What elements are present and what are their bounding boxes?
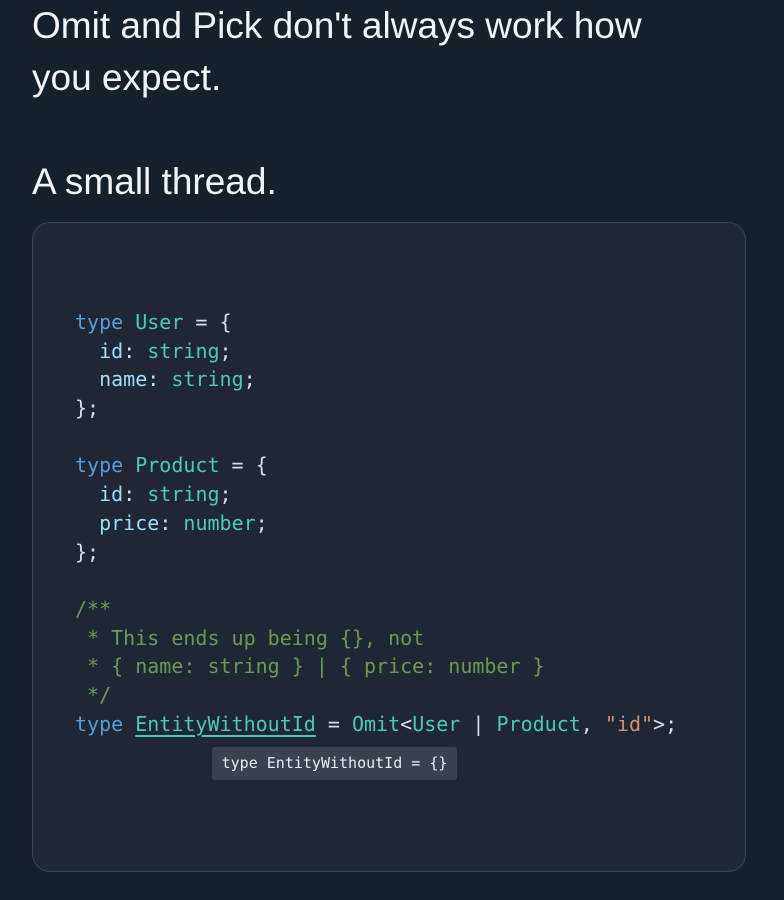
comment-line: /** [75,596,112,621]
keyword: type [75,711,124,736]
code-line: name: string; [99,367,256,392]
type-name: string [147,338,220,363]
type-name: User [412,711,461,736]
tweet-line-1: Omit and Pick don't always work how [32,5,642,46]
code-line: id: string; [99,482,232,507]
tweet-line-2: you expect. [32,57,222,98]
property: price [99,510,160,535]
code-line: type User = { [75,308,677,337]
tweet-line-3: A small thread. [32,161,277,202]
comment-line: * { name: string } | { price: number } [75,654,545,679]
comment-line: * This ends up being {}, not [75,625,425,650]
type-name: Product [496,711,581,736]
comment-line: */ [75,682,112,707]
type-name: User [135,310,184,334]
code-block: type User = { id: string; name: string;}… [75,308,677,738]
hovered-type-name: EntityWithoutId [135,711,316,736]
type-name: string [171,367,244,392]
code-line: }; [75,396,100,421]
code-line: id: string; [99,338,232,363]
string-literal: "id" [604,711,654,736]
keyword: type [75,453,124,478]
type-name: number [183,510,256,535]
code-line: }; [75,539,100,564]
type-name: Product [135,453,220,478]
code-line: price: number; [99,510,268,535]
type-name: Omit [351,711,401,736]
property: id [99,482,124,507]
property: name [99,367,148,392]
type-hover-tooltip: type EntityWithoutId = {} [212,747,457,780]
property: id [99,338,124,363]
code-screenshot-image[interactable]: type User = { id: string; name: string;}… [32,222,746,872]
punctuation: = { [183,310,232,334]
punctuation: = { [219,453,268,478]
code-line: type EntityWithoutId = Omit<User | Produ… [75,711,678,736]
tweet-text: Omit and Pick don't always work how you … [32,0,752,208]
code-line: type Product = { [75,451,677,480]
keyword: type [75,310,124,334]
type-name: string [147,482,220,507]
